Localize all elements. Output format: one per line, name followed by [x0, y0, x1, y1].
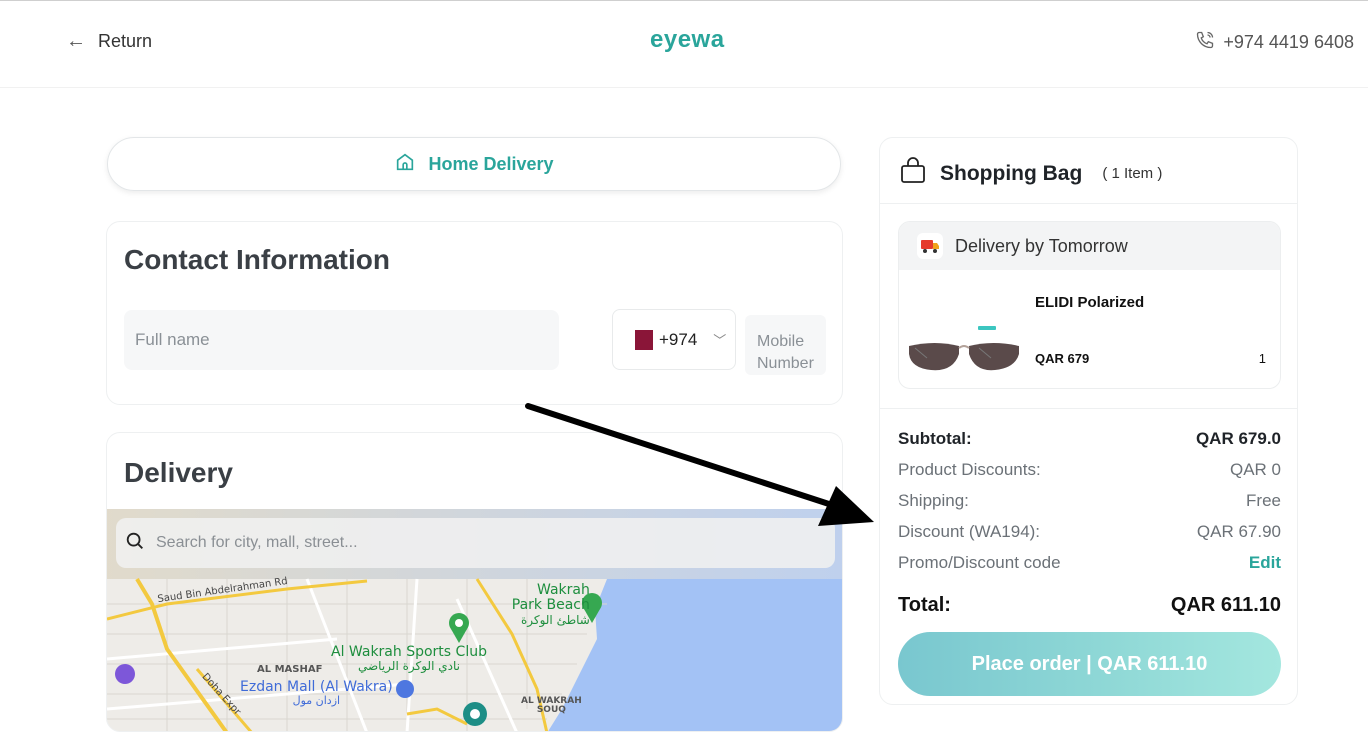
- shopping-bag-icon: [898, 156, 928, 191]
- subtotal-value: QAR 679.0: [1195, 429, 1281, 448]
- subtotal-label: Subtotal:: [898, 429, 972, 448]
- country-code-value: +974: [659, 329, 698, 349]
- map-search-input[interactable]: Search for city, mall, street...: [116, 518, 835, 568]
- product-quantity: 1: [1258, 351, 1266, 366]
- product-name[interactable]: ELIDI Polarized: [1035, 294, 1144, 311]
- phone-contact[interactable]: +974 4419 6408: [1195, 30, 1354, 55]
- return-link[interactable]: ← Return: [66, 30, 152, 53]
- country-code-select[interactable]: +974 ﹀: [612, 309, 736, 370]
- bag-item-count: ( 1 Item ): [1102, 165, 1163, 182]
- delivery-truck-icon: [917, 233, 943, 259]
- promo-code-row: Promo/Discount code Edit: [898, 553, 1281, 573]
- mobile-placeholder-line2: Number: [757, 355, 814, 372]
- delivery-title: Delivery: [124, 457, 233, 488]
- delivery-card: Delivery Saud Bin Abdelrahman Rd Wakrah …: [106, 432, 843, 732]
- product-discounts-label: Product Discounts:: [898, 460, 1041, 479]
- top-bar: ← Return eyewa +974 4419 6408: [0, 0, 1368, 88]
- promo-code-label: Promo/Discount code: [898, 553, 1061, 572]
- phone-icon: [1195, 30, 1215, 55]
- bag-header-divider: [880, 203, 1297, 204]
- shipping-label: Shipping:: [898, 491, 969, 510]
- home-icon: [394, 151, 416, 178]
- product-price: QAR 679: [1035, 351, 1090, 366]
- subtotal-row: Subtotal: QAR 679.0: [898, 429, 1281, 449]
- back-arrow-icon: ←: [66, 30, 86, 52]
- code-discount-row: Discount (WA194): QAR 67.90: [898, 522, 1281, 542]
- map-sports-club-label: Al Wakrah Sports Club نادي الوكرة الرياض…: [331, 644, 487, 673]
- summary-divider: [880, 408, 1297, 409]
- shipping-row: Shipping: Free: [898, 491, 1281, 511]
- full-name-placeholder: Full name: [135, 330, 210, 349]
- bag-item-card: Delivery by Tomorrow ELIDI Polarized QAR…: [898, 221, 1281, 389]
- bag-header: Shopping Bag ( 1 Item ): [898, 156, 1162, 191]
- promo-edit-link[interactable]: Edit: [1249, 553, 1281, 573]
- map-beach-label: Wakrah Park Beach شاطئ الوكرة: [511, 582, 590, 628]
- return-label: Return: [98, 31, 153, 51]
- full-name-input[interactable]: Full name: [124, 310, 559, 370]
- total-row: Total: QAR 611.10: [898, 594, 1281, 617]
- code-discount-label: Discount (WA194):: [898, 522, 1041, 541]
- map-search-placeholder: Search for city, mall, street...: [156, 534, 358, 551]
- delivery-map[interactable]: Saud Bin Abdelrahman Rd Wakrah Park Beac…: [107, 509, 842, 731]
- contact-title: Contact Information: [124, 244, 390, 275]
- eyewa-logo[interactable]: eyewa: [650, 26, 725, 54]
- map-mall-label: Ezdan Mall (Al Wakra) ازدان مول: [240, 679, 393, 707]
- delivery-estimate-label: Delivery by Tomorrow: [955, 235, 1128, 256]
- map-mashaf-label: AL MASHAF: [257, 664, 323, 675]
- shipping-value: Free: [1246, 491, 1281, 510]
- tab-home-delivery[interactable]: Home Delivery: [107, 137, 841, 191]
- total-label: Total:: [898, 594, 951, 616]
- top-divider: [0, 0, 1368, 1]
- tab-home-delivery-label: Home Delivery: [428, 153, 554, 174]
- total-value: QAR 611.10: [1170, 594, 1281, 616]
- place-order-button[interactable]: Place order | QAR 611.10: [898, 632, 1281, 696]
- shopping-bag-card: Shopping Bag ( 1 Item ) Delivery by Tomo…: [879, 137, 1298, 705]
- mobile-number-input[interactable]: Mobile Number: [745, 315, 826, 375]
- product-discounts-row: Product Discounts: QAR 0: [898, 460, 1281, 480]
- code-discount-value: QAR 67.90: [1196, 522, 1281, 541]
- qatar-flag-icon: [627, 329, 653, 350]
- contact-information-card: Contact Information Full name +974 ﹀ Mob…: [106, 221, 843, 405]
- bag-title: Shopping Bag: [940, 161, 1083, 185]
- mobile-placeholder-line1: Mobile: [757, 333, 805, 350]
- phone-number: +974 4419 6408: [1223, 32, 1354, 52]
- product-thumbnail[interactable]: [905, 326, 1023, 382]
- delivery-estimate: Delivery by Tomorrow: [899, 222, 1280, 270]
- product-discounts-value: QAR 0: [1229, 460, 1281, 479]
- search-icon: [124, 530, 146, 557]
- map-souq-label: AL WAKRAH SOUQ: [521, 696, 582, 715]
- chevron-down-icon: ﹀: [713, 333, 727, 348]
